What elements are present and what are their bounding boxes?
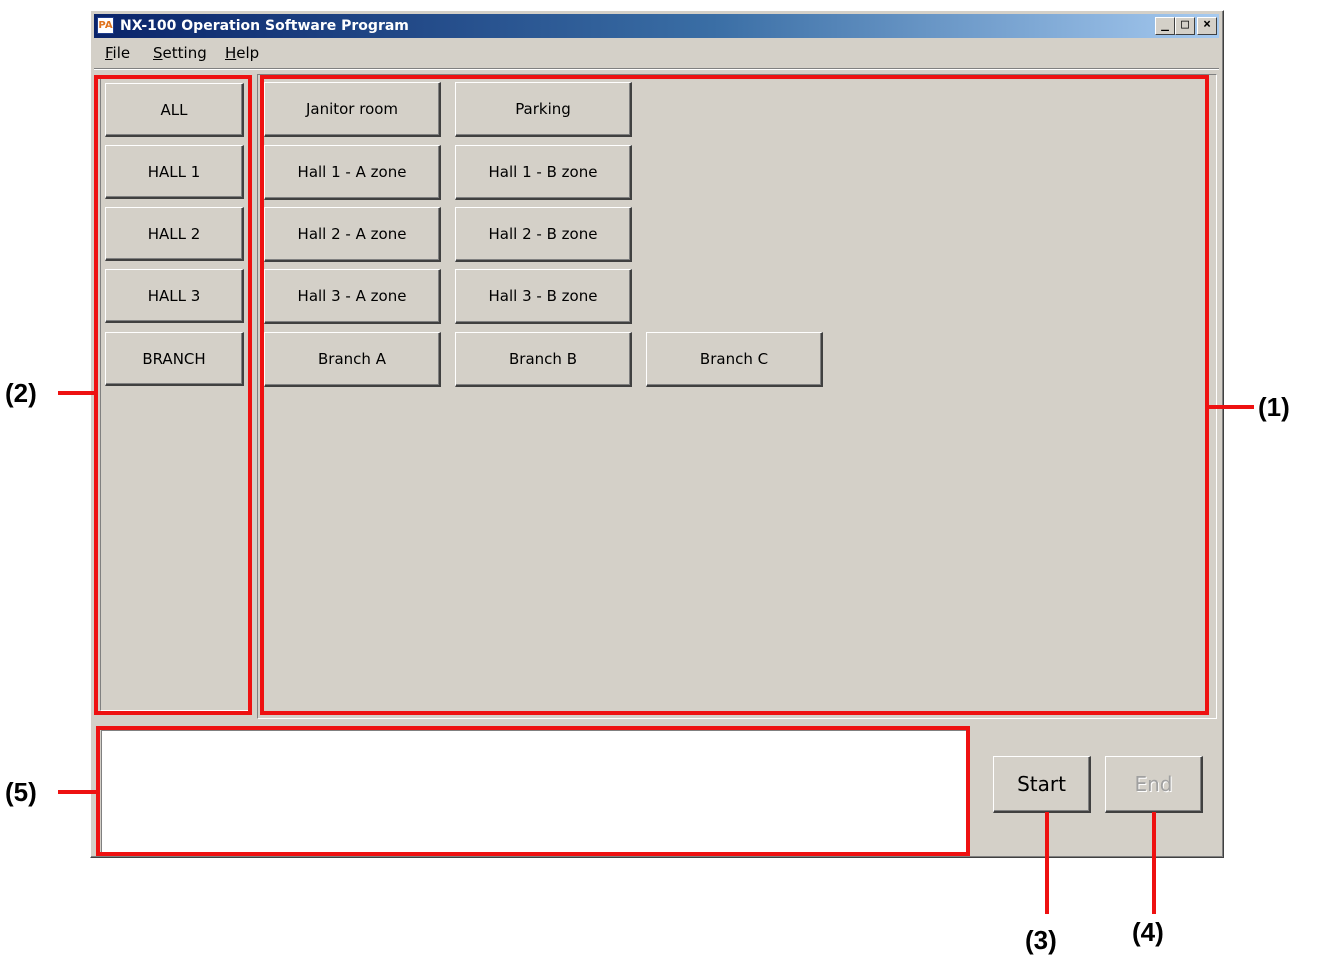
start-button[interactable]: Start [993,756,1091,813]
group-button-hall3[interactable]: HALL 3 [105,269,244,323]
zone-button-parking[interactable]: Parking [455,82,632,137]
zone-button-hall1-b[interactable]: Hall 1 - B zone [455,145,632,200]
group-button-hall1[interactable]: HALL 1 [105,145,244,199]
callout-2: (2) [5,378,37,408]
zone-button-janitor-room[interactable]: Janitor room [264,82,441,137]
close-button[interactable]: × [1197,17,1217,35]
callout-3: (3) [1025,925,1057,955]
zone-button-hall3-a[interactable]: Hall 3 - A zone [264,269,441,324]
app-logo-icon: PA [97,17,114,34]
group-button-hall2[interactable]: HALL 2 [105,207,244,261]
group-button-all[interactable]: ALL [105,83,244,137]
maximize-button[interactable]: □ [1175,17,1195,35]
end-button[interactable]: End [1105,756,1203,813]
menu-bar: File Setting Help [94,41,1219,65]
menu-setting[interactable]: Setting [153,44,207,62]
menu-help-mnemonic: H [225,44,237,62]
status-display [101,730,968,853]
window-title: NX-100 Operation Software Program [120,18,409,34]
title-bar[interactable]: PA NX-100 Operation Software Program _ □… [94,14,1219,38]
menu-file[interactable]: File [105,44,130,62]
menu-file-label: ile [112,44,131,62]
zone-button-hall3-b[interactable]: Hall 3 - B zone [455,269,632,324]
menu-setting-label: etting [162,44,207,62]
menu-file-mnemonic: F [105,44,113,62]
leader-line-2 [58,391,96,395]
leader-line-4 [1152,812,1156,914]
zone-button-branch-a[interactable]: Branch A [264,332,441,387]
zone-button-hall2-a[interactable]: Hall 2 - A zone [264,207,441,262]
leader-line-1 [1208,405,1254,409]
menu-help[interactable]: Help [225,44,259,62]
zone-button-hall1-a[interactable]: Hall 1 - A zone [264,145,441,200]
callout-4: (4) [1132,917,1164,947]
group-button-branch[interactable]: BRANCH [105,332,244,386]
leader-line-3 [1045,812,1049,914]
menu-separator [94,68,1219,70]
zone-button-branch-c[interactable]: Branch C [646,332,823,387]
callout-1: (1) [1258,392,1290,422]
zone-button-hall2-b[interactable]: Hall 2 - B zone [455,207,632,262]
menu-help-label: elp [236,44,260,62]
menu-setting-mnemonic: S [153,44,163,62]
minimize-button[interactable]: _ [1155,17,1175,35]
leader-line-5 [58,790,98,794]
zone-button-branch-b[interactable]: Branch B [455,332,632,387]
callout-5: (5) [5,777,37,807]
